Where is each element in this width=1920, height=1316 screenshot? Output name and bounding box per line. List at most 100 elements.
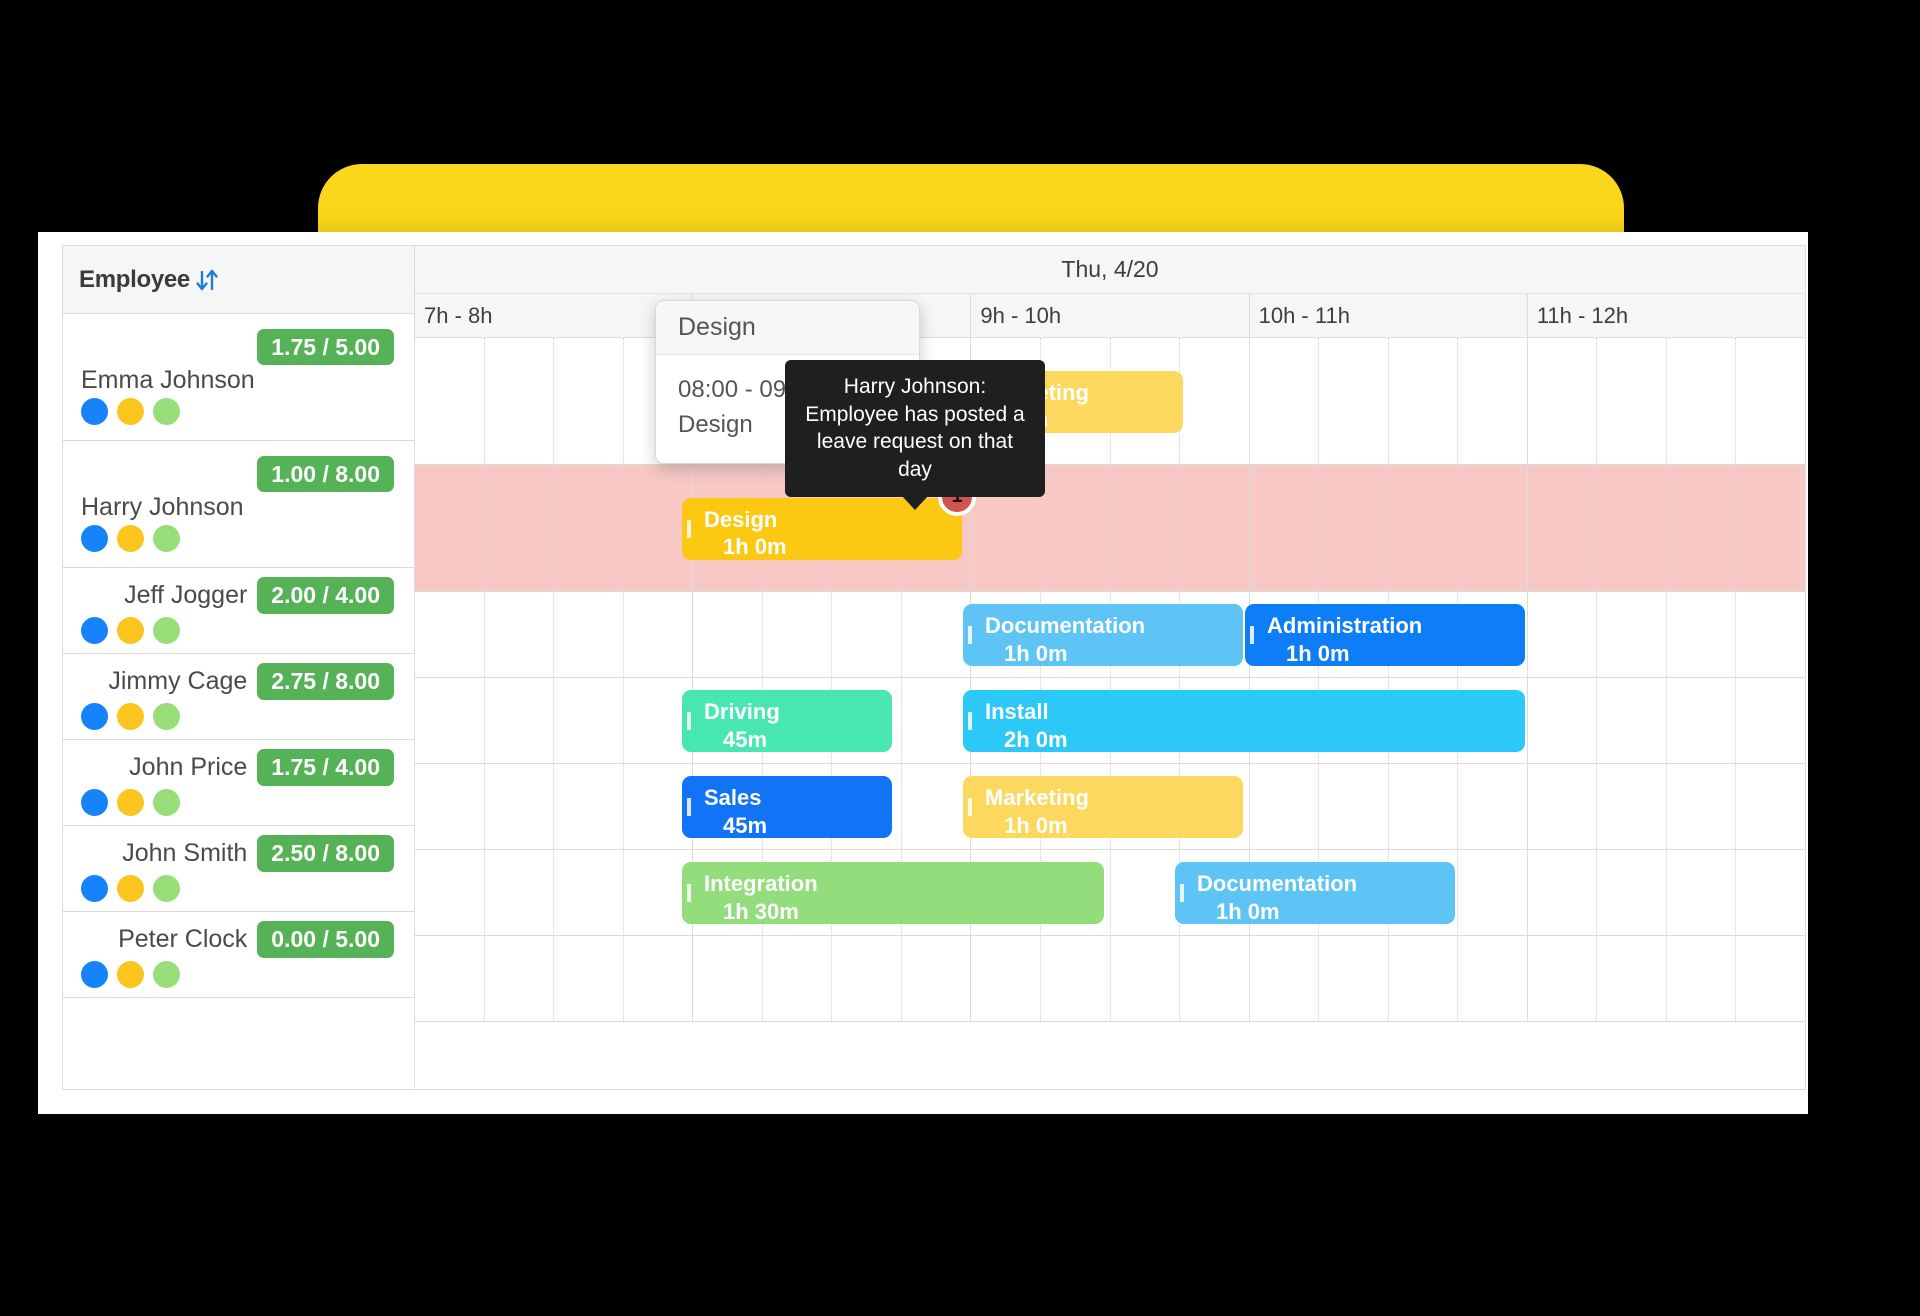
timeline-quarter-slot[interactable] [1250, 764, 1320, 849]
timeline-hour-slot[interactable] [1528, 592, 1805, 677]
employee-row[interactable]: 1.75 / 5.00 Emma Johnson [63, 314, 414, 441]
timeline-quarter-slot[interactable] [1667, 850, 1737, 935]
timeline-quarter-slot[interactable] [693, 592, 763, 677]
timeline-quarter-slot[interactable] [1180, 936, 1249, 1021]
timeline-quarter-slot[interactable] [763, 592, 833, 677]
schedule-event[interactable]: Administration 1h 0m [1245, 604, 1525, 666]
schedule-event[interactable]: Integration 1h 30m [682, 862, 1104, 924]
timeline-quarter-slot[interactable] [554, 465, 624, 591]
timeline-row-on-leave[interactable] [415, 465, 1805, 592]
event-resize-handle[interactable] [687, 884, 691, 902]
timeline-hour-slot[interactable] [1528, 465, 1805, 591]
timeline-quarter-slot[interactable] [1041, 465, 1111, 591]
timeline-quarter-slot[interactable] [485, 465, 555, 591]
event-resize-handle[interactable] [968, 626, 972, 644]
timeline-row[interactable] [415, 936, 1805, 1022]
sort-updown-icon[interactable] [192, 265, 222, 295]
timeline-quarter-slot[interactable] [1667, 592, 1737, 677]
timeline-quarter-slot[interactable] [1111, 936, 1181, 1021]
timeline-quarter-slot[interactable] [1319, 764, 1389, 849]
employee-row[interactable]: 1.00 / 8.00 Harry Johnson [63, 441, 414, 568]
timeline-quarter-slot[interactable] [1736, 338, 1805, 464]
timeline-hour-slot[interactable] [415, 936, 694, 1021]
timeline-quarter-slot[interactable] [1389, 764, 1459, 849]
timeline-quarter-slot[interactable] [1736, 936, 1805, 1021]
timeline-quarter-slot[interactable] [1597, 592, 1667, 677]
timeline-hour-slot[interactable] [1250, 338, 1528, 464]
timeline-quarter-slot[interactable] [554, 592, 624, 677]
timeline-quarter-slot[interactable] [415, 678, 485, 763]
schedule-event[interactable]: Driving 45m [682, 690, 892, 752]
timeline-quarter-slot[interactable] [1458, 465, 1527, 591]
timeline-quarter-slot[interactable] [1736, 678, 1805, 763]
timeline-quarter-slot[interactable] [1250, 338, 1320, 464]
timeline-quarter-slot[interactable] [1528, 465, 1598, 591]
timeline-quarter-slot[interactable] [1250, 936, 1320, 1021]
timeline-hour-slot[interactable] [693, 592, 972, 677]
timeline-hour-slot[interactable] [1528, 850, 1805, 935]
timeline-quarter-slot[interactable] [1736, 465, 1805, 591]
timeline-quarter-slot[interactable] [1458, 338, 1527, 464]
timeline-hour-slot[interactable] [1528, 764, 1805, 849]
timeline-quarter-slot[interactable] [693, 936, 763, 1021]
employee-row[interactable]: Jeff Jogger 2.00 / 4.00 [63, 568, 414, 654]
event-resize-handle[interactable] [687, 519, 691, 538]
timeline-quarter-slot[interactable] [415, 850, 485, 935]
timeline-quarter-slot[interactable] [554, 338, 624, 464]
timeline-quarter-slot[interactable] [902, 936, 971, 1021]
timeline-quarter-slot[interactable] [1389, 465, 1459, 591]
timeline-quarter-slot[interactable] [1319, 465, 1389, 591]
timeline-quarter-slot[interactable] [485, 850, 555, 935]
timeline-quarter-slot[interactable] [971, 936, 1041, 1021]
timeline-quarter-slot[interactable] [415, 465, 485, 591]
timeline-quarter-slot[interactable] [415, 338, 485, 464]
timeline-quarter-slot[interactable] [1667, 465, 1737, 591]
timeline-quarter-slot[interactable] [1111, 850, 1181, 935]
timeline-quarter-slot[interactable] [1667, 338, 1737, 464]
timeline-quarter-slot[interactable] [1667, 678, 1737, 763]
timeline-quarter-slot[interactable] [1458, 936, 1527, 1021]
event-resize-handle[interactable] [968, 798, 972, 816]
schedule-event[interactable]: Documentation 1h 0m [963, 604, 1243, 666]
timeline-quarter-slot[interactable] [1597, 936, 1667, 1021]
timeline-quarter-slot[interactable] [1319, 936, 1389, 1021]
timeline-quarter-slot[interactable] [1319, 338, 1389, 464]
timeline-hour-slot[interactable] [1250, 465, 1528, 591]
employee-row[interactable]: Jimmy Cage 2.75 / 8.00 [63, 654, 414, 740]
employee-column-header[interactable]: Employee [63, 246, 414, 314]
timeline-quarter-slot[interactable] [554, 850, 624, 935]
timeline-quarter-slot[interactable] [1041, 936, 1111, 1021]
timeline-hour-slot[interactable] [693, 936, 972, 1021]
timeline-quarter-slot[interactable] [1597, 338, 1667, 464]
timeline-quarter-slot[interactable] [902, 592, 971, 677]
timeline-quarter-slot[interactable] [1667, 764, 1737, 849]
event-resize-handle[interactable] [1180, 884, 1184, 902]
timeline-quarter-slot[interactable] [1389, 338, 1459, 464]
timeline-quarter-slot[interactable] [485, 338, 555, 464]
timeline-quarter-slot[interactable] [902, 678, 971, 763]
timeline-hour-slot[interactable] [1250, 936, 1528, 1021]
timeline-hour-slot[interactable] [415, 592, 694, 677]
timeline-hour-slot[interactable] [1528, 936, 1805, 1021]
timeline-hour-slot[interactable] [971, 936, 1250, 1021]
event-resize-handle[interactable] [687, 798, 691, 816]
schedule-event[interactable]: Sales 45m [682, 776, 892, 838]
timeline-quarter-slot[interactable] [415, 936, 485, 1021]
timeline-quarter-slot[interactable] [832, 592, 902, 677]
timeline-quarter-slot[interactable] [1180, 338, 1249, 464]
timeline-quarter-slot[interactable] [763, 936, 833, 1021]
timeline-quarter-slot[interactable] [1597, 764, 1667, 849]
timeline-quarter-slot[interactable] [1389, 936, 1459, 1021]
timeline-quarter-slot[interactable] [624, 592, 693, 677]
event-resize-handle[interactable] [968, 712, 972, 730]
schedule-event[interactable]: Install 2h 0m [963, 690, 1525, 752]
employee-row[interactable]: Peter Clock 0.00 / 5.00 [63, 912, 414, 998]
timeline-quarter-slot[interactable] [485, 678, 555, 763]
timeline-quarter-slot[interactable] [1667, 936, 1737, 1021]
timeline-quarter-slot[interactable] [1528, 592, 1598, 677]
timeline-quarter-slot[interactable] [1528, 936, 1598, 1021]
timeline-hour-slot[interactable] [415, 678, 694, 763]
timeline-quarter-slot[interactable] [1597, 678, 1667, 763]
timeline-quarter-slot[interactable] [554, 936, 624, 1021]
timeline-quarter-slot[interactable] [1528, 338, 1598, 464]
